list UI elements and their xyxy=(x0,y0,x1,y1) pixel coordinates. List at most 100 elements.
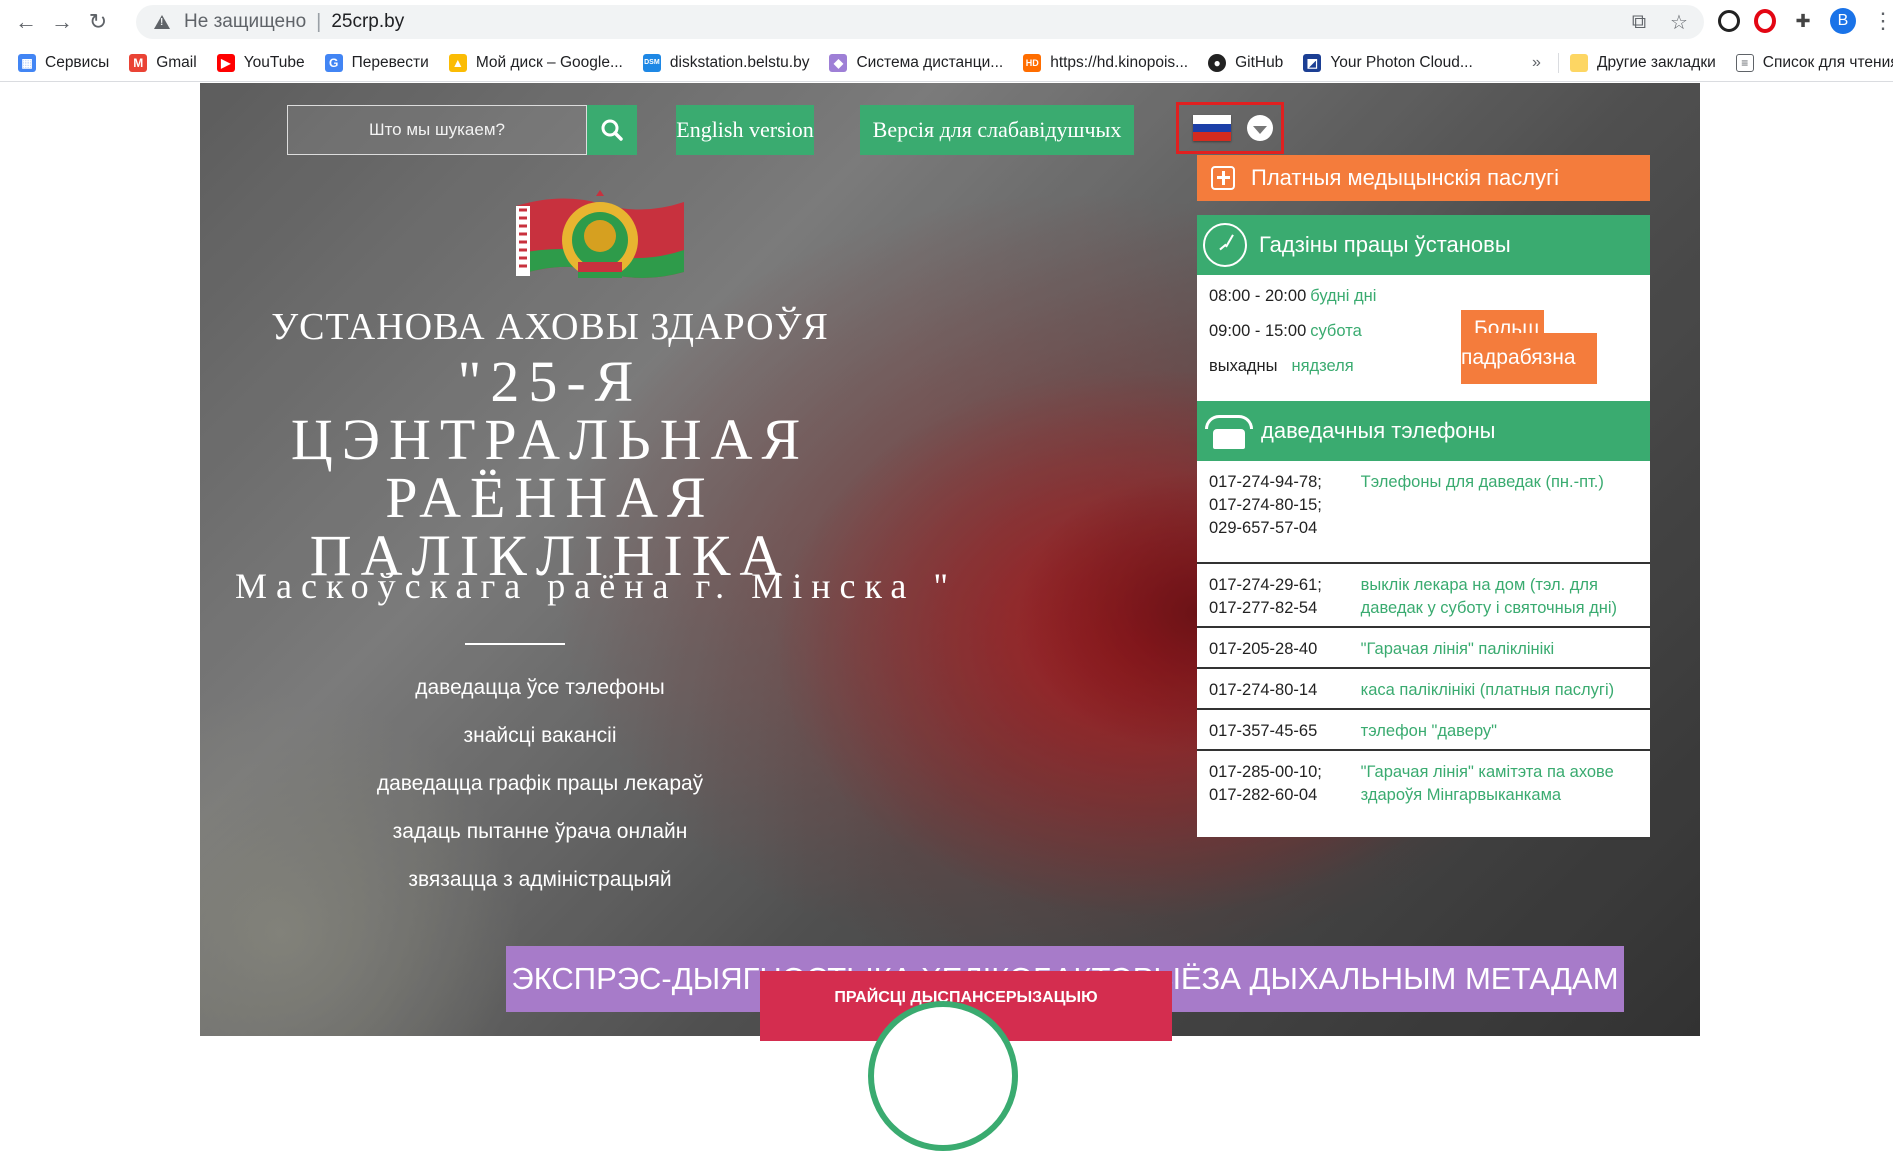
belarus-emblem-flag-logo xyxy=(516,190,684,278)
browser-toolbar: ← → ↻ Не защищено | 25crp.by ⧉ ☆ ✚ В ⋮ xyxy=(0,0,1893,44)
search-input[interactable]: Што мы шукаем? xyxy=(287,105,587,155)
bookmark-translate[interactable]: G Перевести xyxy=(324,53,429,72)
bookmark-kinopoisk[interactable]: HD https://hd.kinopois... xyxy=(1023,53,1189,72)
profile-avatar[interactable]: В xyxy=(1830,8,1856,34)
working-hours-title: Гадзіны працы ўстановы xyxy=(1259,232,1511,257)
translate-icon: G xyxy=(324,53,343,72)
link-vacancies[interactable]: знайсці вакансіі xyxy=(300,724,780,748)
phone-numbers[interactable]: 017-285-00-10; 017-282-60-04 xyxy=(1209,761,1361,807)
moodle-icon: ◆ xyxy=(829,53,848,72)
reference-phones-title: даведачныя тэлефоны xyxy=(1261,418,1496,443)
address-separator: | xyxy=(316,10,322,33)
bookmark-services[interactable]: ▦ Сервисы xyxy=(18,53,110,72)
link-ask-doctor-online[interactable]: задаць пытанне ўрача онлайн xyxy=(300,820,780,844)
phones-list: 017-274-94-78; 017-274-80-15; 029-657-57… xyxy=(1197,461,1650,837)
bookmark-label: Мой диск – Google... xyxy=(475,53,623,71)
phone-description: "Гарачая лінія" паліклінікі xyxy=(1360,640,1555,658)
bookmark-google-drive[interactable]: ▲ Мой диск – Google... xyxy=(448,53,623,72)
round-badge[interactable] xyxy=(868,1001,1018,1151)
warning-icon[interactable] xyxy=(154,15,170,29)
more-details-button[interactable]: Больш падрабязна xyxy=(1461,310,1597,384)
bookmark-gmail[interactable]: M Gmail xyxy=(129,53,197,72)
low-vision-button[interactable]: Версія для слабавідушчых xyxy=(860,105,1134,155)
reference-phones-header: даведачныя тэлефоны xyxy=(1197,401,1650,461)
phone-description: "Гарачая лінія" камітэта па ахове здароў… xyxy=(1360,763,1614,804)
paid-services-button[interactable]: Платныя медыцынскія паслугі xyxy=(1197,155,1650,201)
link-contact-administration[interactable]: звязацца з адміністрацыяй xyxy=(300,868,780,892)
search-icon xyxy=(601,119,623,141)
phone-numbers[interactable]: 017-274-80-14 xyxy=(1209,679,1361,702)
hours-row: выхадны нядзеля xyxy=(1209,357,1354,376)
web-page: Што мы шукаем? English version Версія дл… xyxy=(0,83,1893,1151)
reload-icon[interactable]: ↻ xyxy=(80,4,116,40)
paid-services-label: Платныя медыцынскія паслугі xyxy=(1251,165,1559,190)
link-all-phones[interactable]: даведацца ўсе тэлефоны xyxy=(300,676,780,700)
bookmark-label: Список для чтения xyxy=(1762,54,1893,71)
photon-icon: ◩ xyxy=(1303,53,1322,72)
title-divider xyxy=(465,643,565,645)
language-selector[interactable] xyxy=(1176,102,1284,154)
bookmark-label: Перевести xyxy=(351,53,429,71)
bookmark-photon[interactable]: ◩ Your Photon Cloud... xyxy=(1303,53,1473,72)
phone-numbers[interactable]: 017-357-45-65 xyxy=(1209,720,1361,743)
github-icon: ● xyxy=(1208,53,1227,72)
bookmarks-bar: ▦ Сервисы M Gmail ▶ YouTube G Перевести … xyxy=(0,44,1893,82)
bookmark-distance-system[interactable]: ◆ Система дистанци... xyxy=(829,53,1003,72)
institution-district-heading: Маскоўскага раёна г. Мінска " xyxy=(235,566,958,606)
bookmark-other-folder[interactable]: Другие закладки xyxy=(1570,54,1716,72)
youtube-icon: ▶ xyxy=(216,53,235,72)
link-doctors-schedule[interactable]: даведацца графік працы лекараў xyxy=(300,772,780,796)
apps-grid-icon: ▦ xyxy=(18,53,36,72)
puzzle-extensions-icon[interactable]: ✚ xyxy=(1790,8,1816,34)
url-text[interactable]: 25crp.by xyxy=(331,11,404,33)
more-details-label-line1: Больш xyxy=(1474,317,1540,333)
bookmarks-divider xyxy=(1558,53,1559,73)
bookmark-label: Сервисы xyxy=(45,53,110,71)
english-version-button[interactable]: English version xyxy=(676,105,814,155)
telephone-icon xyxy=(1205,413,1253,449)
hours-time: 09:00 - 15:00 xyxy=(1209,322,1307,340)
phone-numbers[interactable]: 017-274-29-61; 017-277-82-54 xyxy=(1209,574,1361,620)
phone-numbers[interactable]: 017-274-94-78; 017-274-80-15; 029-657-57… xyxy=(1209,471,1361,540)
address-bar[interactable]: Не защищено | 25crp.by ⧉ ☆ xyxy=(136,5,1704,39)
phone-row: 017-205-28-40 "Гарачая лінія" паліклінік… xyxy=(1197,628,1650,669)
bookmark-label: YouTube xyxy=(243,53,305,71)
hours-row: 08:00 - 20:00 будні дні xyxy=(1209,287,1376,306)
hours-time: 08:00 - 20:00 xyxy=(1209,287,1307,305)
bookmark-github[interactable]: ● GitHub xyxy=(1208,53,1284,72)
phone-numbers[interactable]: 017-205-28-40 xyxy=(1209,638,1361,661)
hd-icon: HD xyxy=(1023,53,1042,72)
bookmarks-overflow-button[interactable]: » xyxy=(1532,54,1541,72)
search-button[interactable] xyxy=(587,105,637,155)
bookmark-label: diskstation.belstu.by xyxy=(669,53,810,71)
bookmark-label: https://hd.kinopois... xyxy=(1050,53,1189,71)
phone-row: 017-357-45-65 тэлефон "даверу" xyxy=(1197,710,1650,751)
dsm-icon: DSM xyxy=(642,53,661,72)
chevron-down-icon[interactable] xyxy=(1247,115,1273,141)
google-drive-icon: ▲ xyxy=(448,53,467,72)
translate-icon[interactable]: ⧉ xyxy=(1628,11,1650,33)
reading-list-button[interactable]: ≡ Список для чтения xyxy=(1735,54,1893,72)
back-arrow-icon[interactable]: ← xyxy=(8,4,44,40)
bookmark-diskstation[interactable]: DSM diskstation.belstu.by xyxy=(642,53,810,72)
opera-extension-icon[interactable] xyxy=(1754,9,1776,33)
bookmark-label: Your Photon Cloud... xyxy=(1330,53,1473,71)
forward-arrow-icon[interactable]: → xyxy=(44,4,80,40)
star-bookmark-icon[interactable]: ☆ xyxy=(1668,11,1690,34)
hours-row: 09:00 - 15:00 субота xyxy=(1209,322,1362,341)
info-panel: Платныя медыцынскія паслугі Гадзіны прац… xyxy=(1197,155,1650,837)
security-status[interactable]: Не защищено xyxy=(184,11,306,33)
reading-list-icon: ≡ xyxy=(1735,54,1754,72)
bookmark-label: Gmail xyxy=(156,53,197,71)
hours-day: будні дні xyxy=(1310,287,1377,305)
folder-icon xyxy=(1570,54,1588,72)
bookmark-label: GitHub xyxy=(1235,53,1284,71)
kebab-menu-icon[interactable]: ⋮ xyxy=(1870,8,1893,34)
extension-camera-icon[interactable] xyxy=(1718,10,1740,32)
russian-flag-icon xyxy=(1193,115,1231,142)
hero-section: Што мы шукаем? English version Версія дл… xyxy=(200,83,1700,1036)
more-details-label-line2: падрабязна xyxy=(1461,346,1576,369)
bookmark-youtube[interactable]: ▶ YouTube xyxy=(216,53,305,72)
clock-icon xyxy=(1203,223,1247,267)
institution-type-heading: УСТАНОВА АХОВЫ ЗДАРОЎЯ xyxy=(271,306,829,348)
